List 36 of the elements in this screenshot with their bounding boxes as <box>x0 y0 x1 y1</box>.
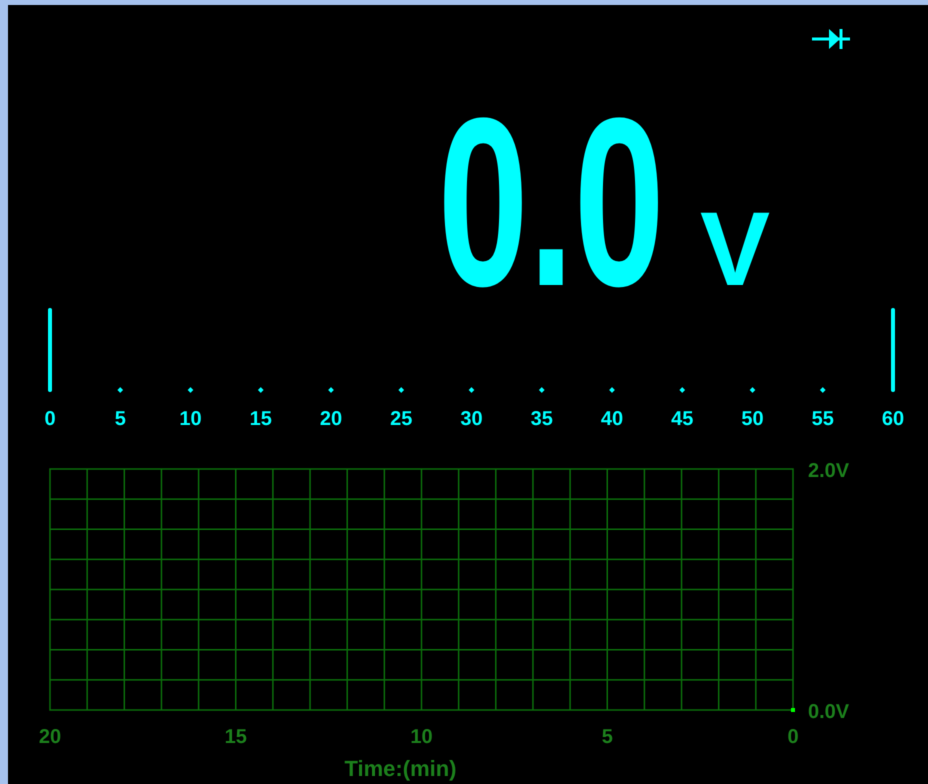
diode-icon <box>812 28 850 50</box>
scale-label: 30 <box>460 408 483 430</box>
x-axis-label: 10 <box>410 726 433 748</box>
x-axis-label: 5 <box>602 726 613 748</box>
scale-label: 50 <box>741 408 764 430</box>
scale-label: 10 <box>179 408 202 430</box>
y-axis-label: 0.0V <box>808 701 850 723</box>
x-axis-title: Time:(min) <box>344 756 457 781</box>
scale-tick <box>820 387 826 393</box>
scale-label: 60 <box>882 408 904 430</box>
scale-label: 20 <box>320 408 342 430</box>
scale-tick <box>538 387 545 393</box>
scale-label: 15 <box>250 408 272 430</box>
scale-tick <box>328 387 334 393</box>
scale-tick <box>609 387 615 393</box>
reading-value: 0.0 <box>438 106 665 298</box>
scale-label: 45 <box>671 408 694 430</box>
x-axis-label: 15 <box>224 726 247 748</box>
scale-tick <box>398 387 404 393</box>
scale-label: 25 <box>390 408 412 430</box>
scale-tick <box>468 387 474 393</box>
scale-tick <box>258 387 264 393</box>
scale-label: 0 <box>44 408 56 430</box>
scale-tick <box>188 387 194 393</box>
scale-tick <box>117 387 124 393</box>
scale-label: 55 <box>812 408 834 430</box>
reading-unit: V <box>700 208 770 292</box>
scale-label: 40 <box>600 408 624 430</box>
scale-label: 5 <box>114 408 126 430</box>
scale-tick <box>750 387 756 393</box>
x-axis-label: 0 <box>787 726 799 748</box>
scale-tick <box>679 387 686 393</box>
trend-marker <box>791 708 795 712</box>
scale-label: 35 <box>530 408 553 430</box>
x-axis-label: 20 <box>38 726 62 748</box>
y-axis-label: 2.0V <box>808 460 850 482</box>
